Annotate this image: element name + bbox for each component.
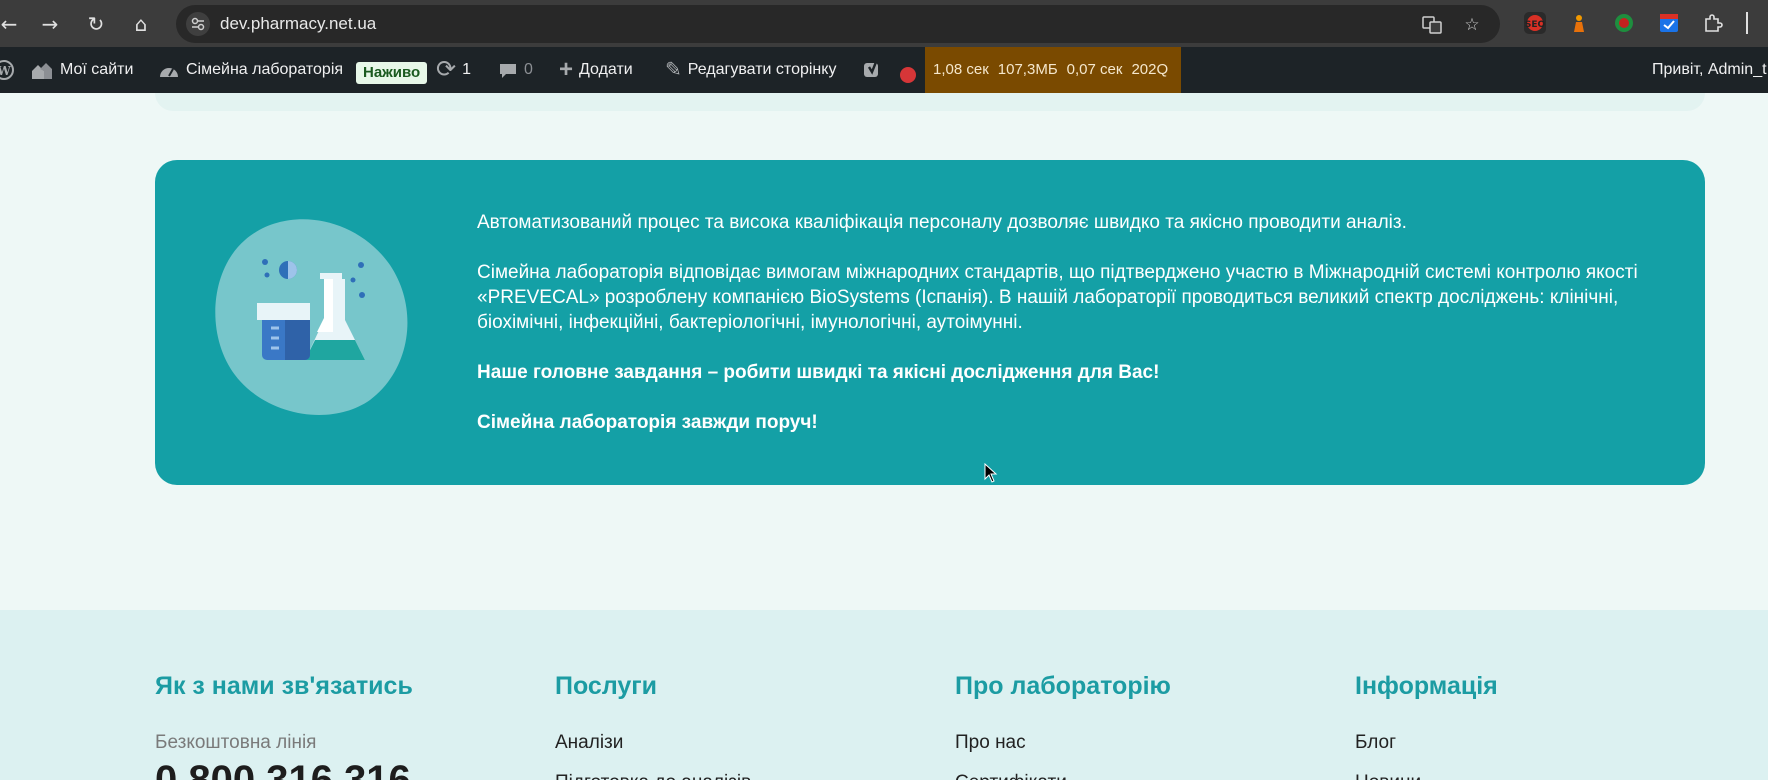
svg-text:SEO: SEO xyxy=(1525,20,1546,30)
toolbar-divider xyxy=(1746,12,1748,34)
address-bar[interactable]: dev.pharmacy.net.ua ☆ xyxy=(176,5,1500,43)
yoast-seo-icon[interactable] xyxy=(862,47,884,93)
comments-menu[interactable]: 0 xyxy=(498,47,533,93)
footer-link-preparation[interactable]: Підготовка до аналізів xyxy=(555,772,751,780)
footer-services-heading: Послуги xyxy=(555,672,658,700)
green-extension-icon[interactable] xyxy=(1613,12,1635,34)
updates-count: 1 xyxy=(462,61,472,79)
mouse-cursor-icon xyxy=(984,462,998,487)
pencil-icon: ✎ xyxy=(665,59,682,81)
home-icon[interactable]: ⌂ xyxy=(126,9,156,39)
wp-admin-bar: W Мої сайти Сімейна лабораторія ⟳ 1 0 + До… xyxy=(0,47,1768,93)
footer-information-heading: Інформація xyxy=(1355,672,1498,700)
footer-link-news[interactable]: Новини xyxy=(1355,772,1421,780)
my-sites-icon xyxy=(30,47,54,93)
footer-link-about-us[interactable]: Про нас xyxy=(955,732,1026,754)
footer-link-certificates[interactable]: Сертифікати xyxy=(955,772,1067,780)
footer-link-blog[interactable]: Блог xyxy=(1355,732,1396,754)
lab-info-card: Автоматизований процес та висока кваліфі… xyxy=(155,160,1705,485)
query-monitor-stats[interactable]: 1,08 сек 107,3МБ 0,07 сек 202Q xyxy=(925,47,1181,93)
recording-red-dot-icon[interactable] xyxy=(900,67,916,83)
info-paragraph-2: Сімейна лабораторія відповідає вимогам м… xyxy=(477,262,1638,333)
previous-section-edge xyxy=(155,93,1705,111)
site-name-label: Сімейна лабораторія xyxy=(186,61,344,79)
my-sites-menu[interactable]: Мої сайти xyxy=(30,47,133,93)
my-sites-label: Мої сайти xyxy=(60,61,134,79)
add-new-label: Додати xyxy=(579,61,633,79)
translate-icon[interactable] xyxy=(1422,15,1442,35)
wordpress-logo-icon[interactable]: W xyxy=(0,47,14,93)
qm-memory: 107,3МБ xyxy=(997,61,1058,78)
task-extension-icon[interactable] xyxy=(1658,12,1680,34)
footer-contact-heading: Як з нами зв'язатись xyxy=(155,672,413,700)
plus-icon: + xyxy=(559,56,574,83)
qm-queries: 202Q xyxy=(1131,61,1169,78)
edit-page-label: Редагувати сторінку xyxy=(687,61,837,79)
svg-text:W: W xyxy=(0,64,11,78)
footer-free-line-label: Безкоштовна лінія xyxy=(155,732,317,753)
back-arrow-icon[interactable]: ← xyxy=(0,9,24,39)
seo-extension-icon[interactable]: SEO xyxy=(1524,12,1546,34)
qm-time: 1,08 сек xyxy=(933,61,989,78)
comments-count: 0 xyxy=(524,61,533,79)
extensions-puzzle-icon[interactable] xyxy=(1702,12,1724,34)
lab-flask-illustration-icon xyxy=(205,210,415,420)
bookmark-star-icon[interactable]: ☆ xyxy=(1462,15,1482,35)
site-settings-icon[interactable] xyxy=(186,12,210,36)
forward-arrow-icon[interactable]: → xyxy=(35,9,65,39)
live-status-badge: Наживо xyxy=(356,62,428,84)
site-footer: Як з нами зв'язатись Безкоштовна лінія 0… xyxy=(0,610,1768,780)
site-name-menu[interactable]: Сімейна лабораторія xyxy=(158,47,343,93)
updates-refresh-icon: ⟳ xyxy=(436,56,457,83)
footer-about-heading: Про лабораторію xyxy=(955,672,1171,700)
footer-link-analyses[interactable]: Аналізи xyxy=(555,732,623,754)
greeting-account-menu[interactable]: Привіт, Admin_t xyxy=(1652,47,1767,93)
add-new-menu[interactable]: + Додати xyxy=(559,47,633,93)
qm-db-time: 0,07 сек xyxy=(1066,61,1123,78)
info-slogan: Сімейна лабораторія завжди поруч! xyxy=(477,412,818,433)
info-mission-statement: Наше головне завдання – робити швидкі та… xyxy=(477,362,1160,383)
updates-menu[interactable]: ⟳ 1 xyxy=(436,47,471,93)
footer-phone-number[interactable]: 0 800 316 316 xyxy=(155,758,411,780)
chess-extension-icon[interactable] xyxy=(1568,12,1590,34)
comment-bubble-icon xyxy=(498,47,518,93)
url-text[interactable]: dev.pharmacy.net.ua xyxy=(220,14,376,34)
greeting-label: Привіт, Admin_t xyxy=(1652,61,1767,78)
reload-icon[interactable]: ↻ xyxy=(81,9,111,39)
dashboard-gauge-icon xyxy=(158,47,180,93)
lab-info-text: Автоматизований процес та висока кваліфі… xyxy=(477,210,1667,460)
info-paragraph-1: Автоматизований процес та висока кваліфі… xyxy=(477,212,1407,233)
browser-toolbar: ← → ↻ ⌂ dev.pharmacy.net.ua ☆ SEO xyxy=(0,0,1768,47)
edit-page-link[interactable]: ✎ Редагувати сторінку xyxy=(665,47,836,93)
